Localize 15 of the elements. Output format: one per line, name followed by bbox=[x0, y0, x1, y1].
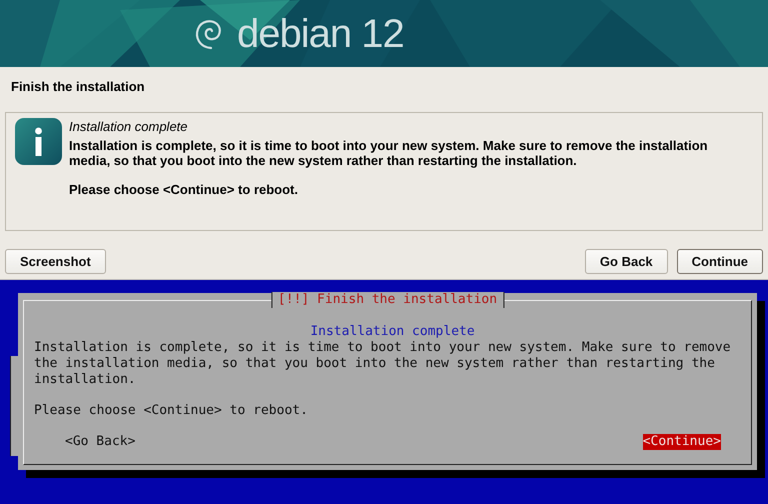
text-button[interactable]: <Continue> bbox=[642, 434, 721, 450]
prompt-text: Please choose <Continue> to reboot. bbox=[34, 403, 309, 419]
gui-button[interactable]: Screenshot bbox=[5, 249, 106, 274]
gui-button[interactable]: Continue bbox=[676, 249, 763, 274]
message-text: Installation is complete, so it is time to boot into your new system. Make sure to remove the installation media, so that you boot into the new system rather than restarting the installation. bbox=[34, 340, 731, 388]
message-heading: Installation complete bbox=[69, 119, 189, 134]
info-icon bbox=[15, 118, 62, 165]
gui-button[interactable]: Go Back bbox=[584, 249, 668, 274]
prompt-text: Please choose <Continue> to reboot. bbox=[69, 182, 299, 197]
logo-text: debian 12 bbox=[237, 14, 404, 54]
step-title: Finish the installation bbox=[10, 78, 146, 96]
message-text: Installation is complete, so it is time to boot into your new system. Make sure to remove the installation media, so that you boot into the new system rather than restarting the installation. bbox=[69, 138, 709, 168]
text-button[interactable]: <Go Back> bbox=[65, 434, 136, 450]
dialog-title: [!!] Finish the installation bbox=[270, 292, 504, 308]
message-heading: Installation complete bbox=[309, 324, 476, 340]
